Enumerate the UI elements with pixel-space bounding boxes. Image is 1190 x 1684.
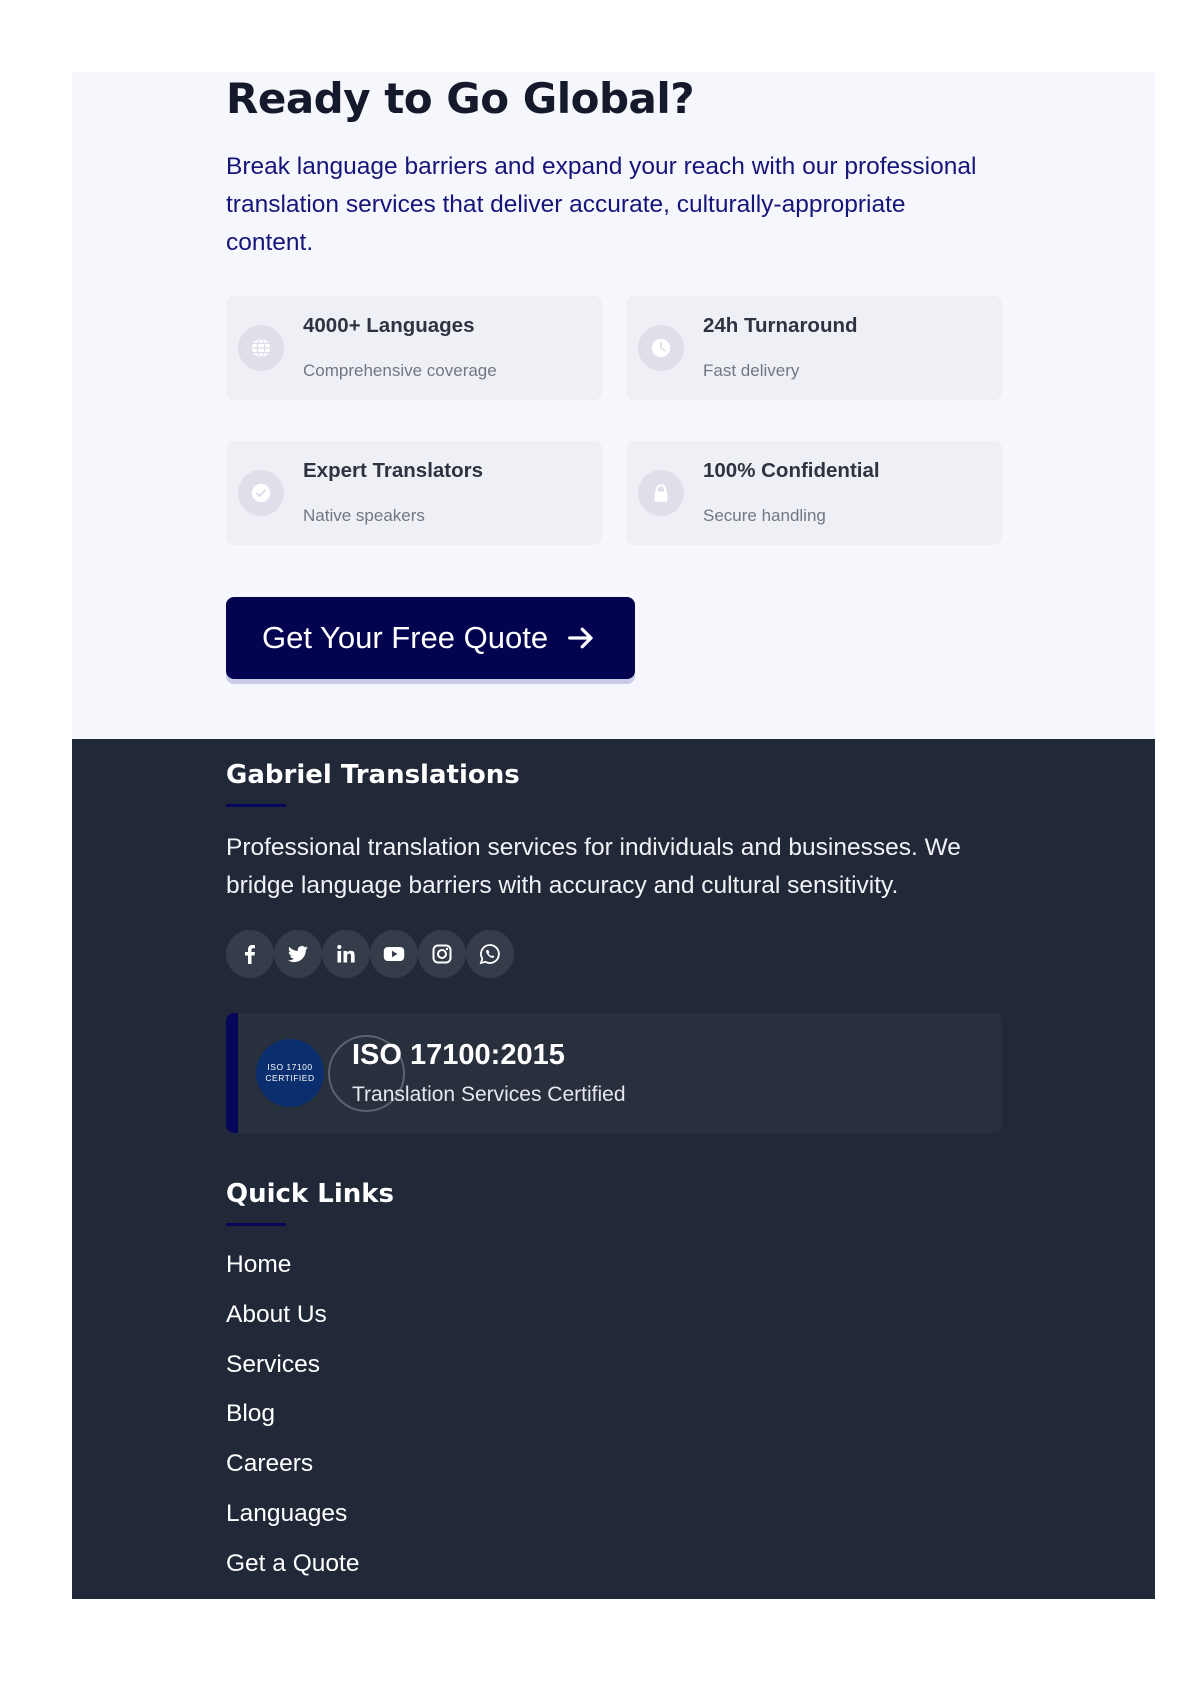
iso-seal-logo: ISO 17100 CERTIFIED bbox=[256, 1039, 324, 1107]
iso-title: ISO 17100:2015 bbox=[352, 1039, 565, 1071]
whatsapp-icon bbox=[479, 944, 500, 965]
get-free-quote-button[interactable]: Get Your Free Quote bbox=[226, 597, 635, 679]
title-underline bbox=[226, 1223, 286, 1226]
footer-brand-title: Gabriel Translations bbox=[226, 760, 520, 790]
feature-title: 24h Turnaround bbox=[703, 314, 858, 337]
feature-title: 100% Confidential bbox=[703, 459, 880, 482]
youtube-icon bbox=[383, 947, 405, 961]
quick-link-careers[interactable]: Careers bbox=[226, 1450, 359, 1500]
feature-card-turnaround: 24h Turnaround Fast delivery bbox=[626, 296, 1002, 400]
cta-description: Break language barriers and expand your … bbox=[226, 153, 977, 256]
quick-link-about[interactable]: About Us bbox=[226, 1301, 359, 1351]
iso-certification-card: ISO 17100 CERTIFIED ISO 17100:2015 Trans… bbox=[226, 1013, 1002, 1133]
globe-icon bbox=[238, 325, 284, 371]
iso-subtitle: Translation Services Certified bbox=[352, 1083, 626, 1106]
twitter-link[interactable] bbox=[274, 930, 322, 978]
feature-card-confidential: 100% Confidential Secure handling bbox=[626, 441, 1002, 545]
accent-bar bbox=[226, 1013, 238, 1133]
instagram-link[interactable] bbox=[418, 930, 466, 978]
social-links bbox=[226, 930, 514, 978]
title-underline bbox=[226, 804, 286, 807]
instagram-icon bbox=[432, 944, 452, 964]
facebook-link[interactable] bbox=[226, 930, 274, 978]
feature-card-languages: 4000+ Languages Comprehensive coverage bbox=[226, 296, 602, 400]
feature-card-translators: Expert Translators Native speakers bbox=[226, 441, 602, 545]
feature-subtitle: Fast delivery bbox=[703, 361, 800, 380]
quick-link-home[interactable]: Home bbox=[226, 1251, 359, 1301]
footer-about-text: Professional translation services for in… bbox=[226, 834, 961, 899]
whatsapp-link[interactable] bbox=[466, 930, 514, 978]
arrow-right-icon bbox=[568, 627, 593, 649]
cta-section: Ready to Go Global? Break language barri… bbox=[72, 72, 1155, 739]
quick-links-list: Home About Us Services Blog Careers Lang… bbox=[226, 1251, 359, 1600]
twitter-icon bbox=[287, 945, 308, 963]
linkedin-icon bbox=[337, 944, 355, 963]
quick-link-blog[interactable]: Blog bbox=[226, 1400, 359, 1450]
facebook-icon bbox=[245, 945, 255, 964]
iso-seal-line1: ISO 17100 bbox=[267, 1062, 313, 1072]
youtube-link[interactable] bbox=[370, 930, 418, 978]
feature-subtitle: Secure handling bbox=[703, 506, 826, 525]
clock-icon bbox=[638, 325, 684, 371]
feature-title: 4000+ Languages bbox=[303, 314, 475, 337]
site-footer: Gabriel Translations Professional transl… bbox=[72, 739, 1155, 1599]
feature-subtitle: Native speakers bbox=[303, 506, 425, 525]
iso-seal-line2: CERTIFIED bbox=[265, 1073, 315, 1083]
cta-title: Ready to Go Global? bbox=[226, 74, 695, 123]
check-circle-icon bbox=[238, 470, 284, 516]
linkedin-link[interactable] bbox=[322, 930, 370, 978]
page-frame: Ready to Go Global? Break language barri… bbox=[72, 72, 1155, 1599]
quick-link-languages[interactable]: Languages bbox=[226, 1500, 359, 1550]
quote-button-label: Get Your Free Quote bbox=[262, 620, 549, 655]
quick-links-title: Quick Links bbox=[226, 1179, 395, 1209]
feature-title: Expert Translators bbox=[303, 459, 484, 482]
quick-link-services[interactable]: Services bbox=[226, 1351, 359, 1401]
feature-subtitle: Comprehensive coverage bbox=[303, 361, 497, 380]
lock-icon bbox=[638, 470, 684, 516]
quick-link-get-quote[interactable]: Get a Quote bbox=[226, 1550, 359, 1600]
